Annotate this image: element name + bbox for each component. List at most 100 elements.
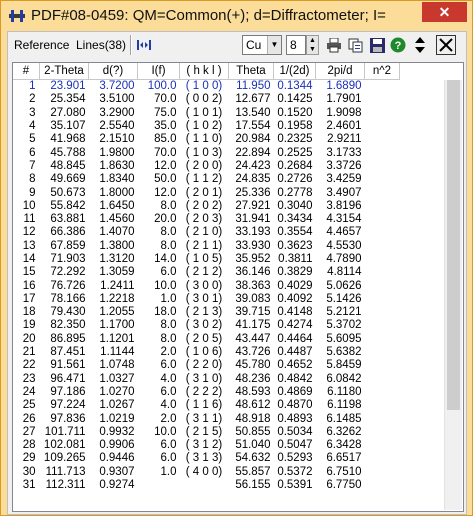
column-header[interactable]: I(f)	[137, 63, 180, 80]
table-cell: 8.0	[160, 319, 177, 332]
number-spinner[interactable]: ▲ ▼	[306, 35, 319, 55]
table-cell: 45.788	[50, 146, 86, 159]
column-header[interactable]: d(?)	[88, 63, 138, 80]
table-cell: 1.1201	[99, 332, 135, 345]
table-cell: 48.612	[235, 399, 271, 412]
save-icon[interactable]	[367, 35, 387, 55]
table-cell: ( 2 0 3)	[185, 213, 223, 226]
help-icon[interactable]: ?	[388, 35, 408, 55]
table-cell: ( 3 0 2)	[185, 319, 223, 332]
table-row[interactable]: 7 48.845 1.8630 12.0 ( 2 0 0) 24.423 0.2684 3.3…	[13, 160, 400, 173]
number-input[interactable]: 8	[286, 35, 306, 55]
table-cell: 0.9274	[99, 479, 135, 492]
table-cell: 1.4560	[99, 213, 135, 226]
table-row[interactable]: 9 50.673 1.8000 12.0 ( 2 0 1) 25.336 0.2778 3.4…	[13, 186, 400, 199]
table-cell: 31	[22, 479, 36, 492]
close-list-icon[interactable]	[436, 35, 456, 55]
column-header[interactable]: ( h k l )	[179, 63, 229, 80]
table-row[interactable]: 19 82.350 1.1700 8.0 ( 3 0 2) 41.175 0.4274 5.3…	[13, 319, 400, 332]
table-cell: 10	[22, 199, 36, 212]
table-row[interactable]: 27 101.711 0.9932 10.0 ( 2 1 5) 50.855 0.5034 6…	[13, 426, 400, 439]
column-header[interactable]: #	[13, 63, 40, 80]
table-row[interactable]: 5 41.968 2.1510 85.0 ( 1 1 0) 20.984 0.2325 2.9…	[13, 133, 400, 146]
column-header[interactable]: 1/(2d)	[273, 63, 316, 80]
table-row[interactable]: 6 45.788 1.9800 70.0 ( 1 0 3) 22.894 0.2525 3.1…	[13, 146, 400, 159]
table-cell: ( 3 1 0)	[185, 372, 223, 385]
table-cell: 6.1198	[327, 399, 362, 412]
table-cell: 3.2900	[99, 106, 135, 119]
table-cell: 97.186	[50, 385, 86, 398]
column-header-filler	[399, 63, 400, 80]
table-cell	[180, 479, 229, 492]
table-cell: 5.3702	[326, 319, 362, 332]
table-row[interactable]: 23 96.471 1.0327 4.0 ( 3 1 0) 48.236 0.4842 6.0…	[13, 373, 400, 386]
table-cell: 9	[29, 186, 36, 199]
chevron-down-icon[interactable]: ▼	[267, 36, 281, 54]
table-cell: 0.9446	[99, 452, 135, 465]
table-cell: 3.8196	[326, 199, 362, 212]
table-row[interactable]: 11 63.881 1.4560 20.0 ( 2 0 3) 31.941 0.3434 4.…	[13, 213, 400, 226]
reference-button[interactable]: Reference	[12, 35, 71, 55]
fit-width-icon[interactable]	[134, 35, 154, 55]
column-header[interactable]: 2pi/d	[315, 63, 365, 80]
table-row[interactable]: 25 97.224 1.0267 4.0 ( 1 1 6) 48.612 0.4870 6.1…	[13, 399, 400, 412]
table-cell	[365, 479, 400, 492]
table-row[interactable]: 14 71.903 1.3120 14.0 ( 1 0 5) 35.952 0.3811 4.…	[13, 253, 400, 266]
table-cell: 1.0270	[99, 385, 135, 398]
table-row[interactable]: 28 102.081 0.9906 6.0 ( 3 1 2) 51.040 0.5047 6.…	[13, 439, 400, 452]
close-button[interactable]: ✕	[422, 2, 467, 22]
table-row[interactable]: 24 97.186 1.0270 6.0 ( 2 2 2) 48.593 0.4869 6.1…	[13, 386, 400, 399]
table-row[interactable]: 22 91.561 1.0748 6.0 ( 2 2 0) 45.780 0.4652 5.8…	[13, 359, 400, 372]
sort-icon[interactable]	[410, 35, 430, 55]
scrollbar-thumb[interactable]	[447, 80, 460, 410]
table-cell: 17	[22, 292, 36, 305]
table-row[interactable]: 10 55.842 1.6450 8.0 ( 2 0 2) 27.921 0.3040 3.8…	[13, 200, 400, 213]
table-row[interactable]: 26 97.836 1.0219 2.0 ( 3 1 1) 48.918 0.4893 6.1…	[13, 412, 400, 425]
table-cell: 8.0	[160, 239, 177, 252]
table-row[interactable]: 21 87.451 1.1144 2.0 ( 1 0 6) 43.726 0.4487 5.6…	[13, 346, 400, 359]
table-cell: 1.2055	[99, 306, 135, 319]
table-row[interactable]: 1 23.901 3.7200 100.0 ( 1 0 0) 11.950 0.1344 1.…	[13, 80, 400, 94]
table-row[interactable]: 13 67.859 1.3800 8.0 ( 2 1 1) 33.930 0.3623 4.5…	[13, 240, 400, 253]
table-row[interactable]: 4 35.107 2.5540 35.0 ( 1 0 2) 17.554 0.1958 2.4…	[13, 120, 400, 133]
element-select[interactable]: Cu ▼	[242, 35, 282, 55]
table-cell: 48.236	[235, 372, 271, 385]
title-bar[interactable]: PDF#08-0459: QM=Common(+); d=Diffractome…	[1, 1, 472, 31]
table-cell: 20.984	[235, 133, 271, 146]
column-header[interactable]: 2-Theta	[39, 63, 89, 80]
table-cell: 0.3623	[277, 239, 313, 252]
table-row[interactable]: 12 66.386 1.4070 8.0 ( 2 1 0) 33.193 0.3554 4.4…	[13, 226, 400, 239]
table-cell: 27.080	[50, 106, 86, 119]
table-row[interactable]: 29 109.265 0.9446 6.0 ( 3 1 3) 54.632 0.5293 6.…	[13, 452, 400, 465]
table-row[interactable]: 30 111.713 0.9307 1.0 ( 4 0 0) 55.857 0.5372 6.…	[13, 466, 400, 479]
table-row[interactable]: 31 112.311 0.9274 56.155 0.5391 6.7750	[13, 479, 400, 492]
table-cell: 76.726	[50, 279, 86, 292]
column-header[interactable]: Theta	[228, 63, 274, 80]
table-row[interactable]: 20 86.895 1.1201 8.0 ( 2 0 5) 43.447 0.4464 5.6…	[13, 333, 400, 346]
table-row[interactable]: 8 49.669 1.8340 50.0 ( 1 1 2) 24.835 0.2726 3.4…	[13, 173, 400, 186]
table-row[interactable]: 16 76.726 1.2411 10.0 ( 3 0 0) 38.363 0.4029 5.…	[13, 279, 400, 292]
table-cell: 0.1958	[277, 120, 313, 133]
lines-button[interactable]: Lines(38)	[74, 35, 128, 55]
table-cell: 6.0	[160, 385, 177, 398]
print-icon[interactable]	[324, 35, 344, 55]
table-row[interactable]: 17 78.166 1.2218 1.0 ( 3 0 1) 39.083 0.4092 5.1…	[13, 293, 400, 306]
table-cell: 12.0	[154, 159, 177, 172]
vertical-scrollbar[interactable]	[444, 80, 462, 510]
lines-table: # 2-Theta d(?) I(f) ( h k l ) Theta 1/(2…	[13, 63, 400, 492]
table-row[interactable]: 3 27.080 3.2900 75.0 ( 1 0 1) 13.540 0.1520 1.9…	[13, 107, 400, 120]
table-cell: 0.3554	[277, 226, 313, 239]
table-cell: 1.1144	[100, 346, 135, 359]
table-row[interactable]: 18 79.430 1.2055 18.0 ( 2 1 3) 39.715 0.4148 5.…	[13, 306, 400, 319]
table-cell: 8	[29, 173, 36, 186]
column-header[interactable]: n^2	[364, 63, 400, 80]
table-cell: 8.0	[160, 332, 177, 345]
table-row[interactable]: 15 72.292 1.3059 6.0 ( 2 1 2) 36.146 0.3829 4.8…	[13, 266, 400, 279]
lines-table-panel[interactable]: # 2-Theta d(?) I(f) ( h k l ) Theta 1/(2…	[12, 62, 464, 512]
table-cell: ( 2 2 0)	[185, 359, 223, 372]
table-cell: 75.0	[154, 106, 177, 119]
copy-icon[interactable]	[346, 35, 366, 55]
table-cell: 109.265	[43, 452, 86, 465]
table-cell: 43.726	[235, 346, 271, 359]
table-row[interactable]: 2 25.354 3.5100 70.0 ( 0 0 2) 12.677 0.1425 1.7…	[13, 93, 400, 106]
